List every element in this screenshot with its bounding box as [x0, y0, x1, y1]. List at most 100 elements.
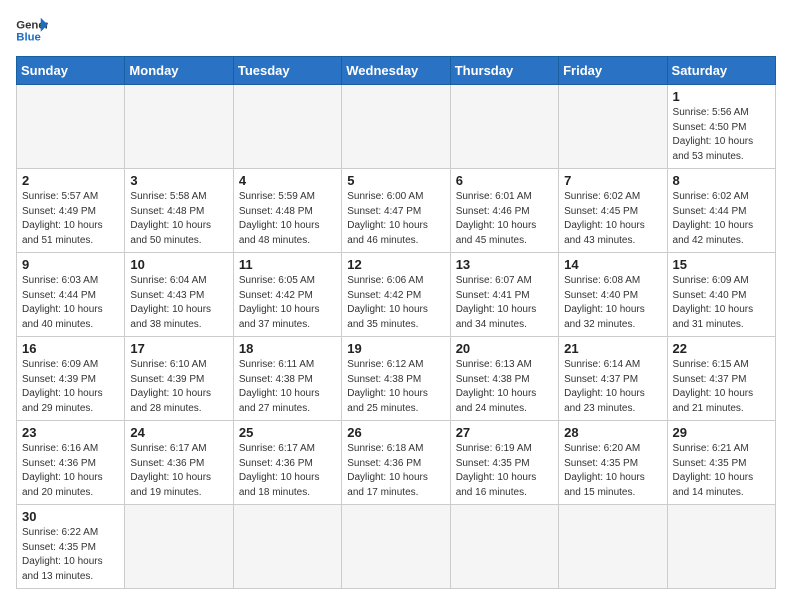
calendar-cell: [559, 505, 667, 589]
calendar-cell: 16Sunrise: 6:09 AM Sunset: 4:39 PM Dayli…: [17, 337, 125, 421]
calendar-cell: 11 Sunrise: 6:05 AM Sunset: 4:42 PM Dayli…: [233, 253, 341, 337]
calendar-row-3: 16Sunrise: 6:09 AM Sunset: 4:39 PM Dayli…: [17, 337, 776, 421]
calendar-cell: 7Sunrise: 6:02 AM Sunset: 4:45 PM Daylig…: [559, 169, 667, 253]
day-number: 12: [347, 257, 444, 272]
calendar-cell: 3 Sunrise: 5:58 AM Sunset: 4:48 PM Daylig…: [125, 169, 233, 253]
day-number: 10: [130, 257, 227, 272]
calendar-cell: [125, 505, 233, 589]
calendar-table: SundayMondayTuesdayWednesdayThursdayFrid…: [16, 56, 776, 589]
day-info: Sunrise: 5:59 AM Sunset: 4:48 PM Dayligh…: [239, 190, 336, 248]
calendar-cell: 23Sunrise: 6:16 AM Sunset: 4:36 PM Dayli…: [17, 421, 125, 505]
calendar-cell: [450, 85, 558, 169]
day-number: 26: [347, 425, 444, 440]
day-info: Sunrise: 6:05 AM Sunset: 4:42 PM Dayligh…: [239, 274, 336, 332]
calendar-cell: 26 Sunrise: 6:18 AM Sunset: 4:36 PM Dayli…: [342, 421, 450, 505]
calendar-row-0: 1 Sunrise: 5:56 AM Sunset: 4:50 PM Daylig…: [17, 85, 776, 169]
day-number: 20: [456, 341, 553, 356]
day-number: 14: [564, 257, 661, 272]
day-number: 24: [130, 425, 227, 440]
day-number: 22: [673, 341, 770, 356]
calendar-cell: 24 Sunrise: 6:17 AM Sunset: 4:36 PM Dayli…: [125, 421, 233, 505]
day-info: Sunrise: 6:09 AM Sunset: 4:40 PM Dayligh…: [673, 274, 770, 332]
day-info: Sunrise: 6:18 AM Sunset: 4:36 PM Dayligh…: [347, 442, 444, 500]
calendar-cell: 28 Sunrise: 6:20 AM Sunset: 4:35 PM Dayli…: [559, 421, 667, 505]
calendar-cell: 29 Sunrise: 6:21 AM Sunset: 4:35 PM Dayli…: [667, 421, 775, 505]
calendar-cell: 25Sunrise: 6:17 AM Sunset: 4:36 PM Dayli…: [233, 421, 341, 505]
day-info: Sunrise: 6:19 AM Sunset: 4:35 PM Dayligh…: [456, 442, 553, 500]
calendar-cell: [667, 505, 775, 589]
calendar-cell: 14 Sunrise: 6:08 AM Sunset: 4:40 PM Dayli…: [559, 253, 667, 337]
weekday-header-tuesday: Tuesday: [233, 57, 341, 85]
weekday-header-sunday: Sunday: [17, 57, 125, 85]
day-number: 6: [456, 173, 553, 188]
calendar-cell: 10 Sunrise: 6:04 AM Sunset: 4:43 PM Dayli…: [125, 253, 233, 337]
day-info: Sunrise: 6:01 AM Sunset: 4:46 PM Dayligh…: [456, 190, 553, 248]
calendar-cell: 15Sunrise: 6:09 AM Sunset: 4:40 PM Dayli…: [667, 253, 775, 337]
page-header: General Blue: [16, 16, 776, 44]
calendar-cell: 22 Sunrise: 6:15 AM Sunset: 4:37 PM Dayli…: [667, 337, 775, 421]
weekday-header-monday: Monday: [125, 57, 233, 85]
calendar-cell: 17Sunrise: 6:10 AM Sunset: 4:39 PM Dayli…: [125, 337, 233, 421]
calendar-cell: 4 Sunrise: 5:59 AM Sunset: 4:48 PM Daylig…: [233, 169, 341, 253]
day-info: Sunrise: 6:06 AM Sunset: 4:42 PM Dayligh…: [347, 274, 444, 332]
day-info: Sunrise: 6:22 AM Sunset: 4:35 PM Dayligh…: [22, 526, 119, 584]
day-number: 5: [347, 173, 444, 188]
day-info: Sunrise: 6:03 AM Sunset: 4:44 PM Dayligh…: [22, 274, 119, 332]
calendar-cell: 19 Sunrise: 6:12 AM Sunset: 4:38 PM Dayli…: [342, 337, 450, 421]
weekday-header-thursday: Thursday: [450, 57, 558, 85]
day-number: 28: [564, 425, 661, 440]
calendar-cell: 6 Sunrise: 6:01 AM Sunset: 4:46 PM Daylig…: [450, 169, 558, 253]
calendar-cell: [17, 85, 125, 169]
day-number: 9: [22, 257, 119, 272]
day-number: 2: [22, 173, 119, 188]
calendar-cell: 12 Sunrise: 6:06 AM Sunset: 4:42 PM Dayli…: [342, 253, 450, 337]
day-info: Sunrise: 6:14 AM Sunset: 4:37 PM Dayligh…: [564, 358, 661, 416]
day-number: 1: [673, 89, 770, 104]
calendar-row-1: 2Sunrise: 5:57 AM Sunset: 4:49 PM Daylig…: [17, 169, 776, 253]
calendar-cell: 18Sunrise: 6:11 AM Sunset: 4:38 PM Dayli…: [233, 337, 341, 421]
calendar-cell: [233, 505, 341, 589]
day-number: 27: [456, 425, 553, 440]
day-info: Sunrise: 5:56 AM Sunset: 4:50 PM Dayligh…: [673, 106, 770, 164]
day-number: 8: [673, 173, 770, 188]
calendar-cell: [342, 85, 450, 169]
svg-text:Blue: Blue: [16, 32, 41, 44]
day-info: Sunrise: 5:58 AM Sunset: 4:48 PM Dayligh…: [130, 190, 227, 248]
day-info: Sunrise: 6:12 AM Sunset: 4:38 PM Dayligh…: [347, 358, 444, 416]
calendar-cell: 1 Sunrise: 5:56 AM Sunset: 4:50 PM Daylig…: [667, 85, 775, 169]
day-number: 13: [456, 257, 553, 272]
day-number: 11: [239, 257, 336, 272]
calendar-cell: 20 Sunrise: 6:13 AM Sunset: 4:38 PM Dayli…: [450, 337, 558, 421]
day-info: Sunrise: 6:07 AM Sunset: 4:41 PM Dayligh…: [456, 274, 553, 332]
calendar-row-4: 23Sunrise: 6:16 AM Sunset: 4:36 PM Dayli…: [17, 421, 776, 505]
calendar-cell: 21Sunrise: 6:14 AM Sunset: 4:37 PM Dayli…: [559, 337, 667, 421]
calendar-row-5: 30 Sunrise: 6:22 AM Sunset: 4:35 PM Dayli…: [17, 505, 776, 589]
day-info: Sunrise: 6:13 AM Sunset: 4:38 PM Dayligh…: [456, 358, 553, 416]
day-info: Sunrise: 6:08 AM Sunset: 4:40 PM Dayligh…: [564, 274, 661, 332]
day-info: Sunrise: 6:17 AM Sunset: 4:36 PM Dayligh…: [130, 442, 227, 500]
day-info: Sunrise: 6:16 AM Sunset: 4:36 PM Dayligh…: [22, 442, 119, 500]
day-number: 29: [673, 425, 770, 440]
day-info: Sunrise: 6:10 AM Sunset: 4:39 PM Dayligh…: [130, 358, 227, 416]
day-number: 3: [130, 173, 227, 188]
calendar-cell: [125, 85, 233, 169]
day-info: Sunrise: 6:11 AM Sunset: 4:38 PM Dayligh…: [239, 358, 336, 416]
weekday-header-wednesday: Wednesday: [342, 57, 450, 85]
logo-icon: General Blue: [16, 16, 48, 44]
day-info: Sunrise: 6:21 AM Sunset: 4:35 PM Dayligh…: [673, 442, 770, 500]
logo: General Blue: [16, 16, 48, 44]
day-info: Sunrise: 6:15 AM Sunset: 4:37 PM Dayligh…: [673, 358, 770, 416]
weekday-header-saturday: Saturday: [667, 57, 775, 85]
calendar-cell: 13 Sunrise: 6:07 AM Sunset: 4:41 PM Dayli…: [450, 253, 558, 337]
calendar-cell: 9 Sunrise: 6:03 AM Sunset: 4:44 PM Daylig…: [17, 253, 125, 337]
calendar-cell: 8Sunrise: 6:02 AM Sunset: 4:44 PM Daylig…: [667, 169, 775, 253]
calendar-header-row: SundayMondayTuesdayWednesdayThursdayFrid…: [17, 57, 776, 85]
day-number: 25: [239, 425, 336, 440]
day-number: 19: [347, 341, 444, 356]
day-info: Sunrise: 6:04 AM Sunset: 4:43 PM Dayligh…: [130, 274, 227, 332]
weekday-header-friday: Friday: [559, 57, 667, 85]
day-info: Sunrise: 6:20 AM Sunset: 4:35 PM Dayligh…: [564, 442, 661, 500]
calendar-cell: 27 Sunrise: 6:19 AM Sunset: 4:35 PM Dayli…: [450, 421, 558, 505]
day-number: 4: [239, 173, 336, 188]
day-number: 30: [22, 509, 119, 524]
